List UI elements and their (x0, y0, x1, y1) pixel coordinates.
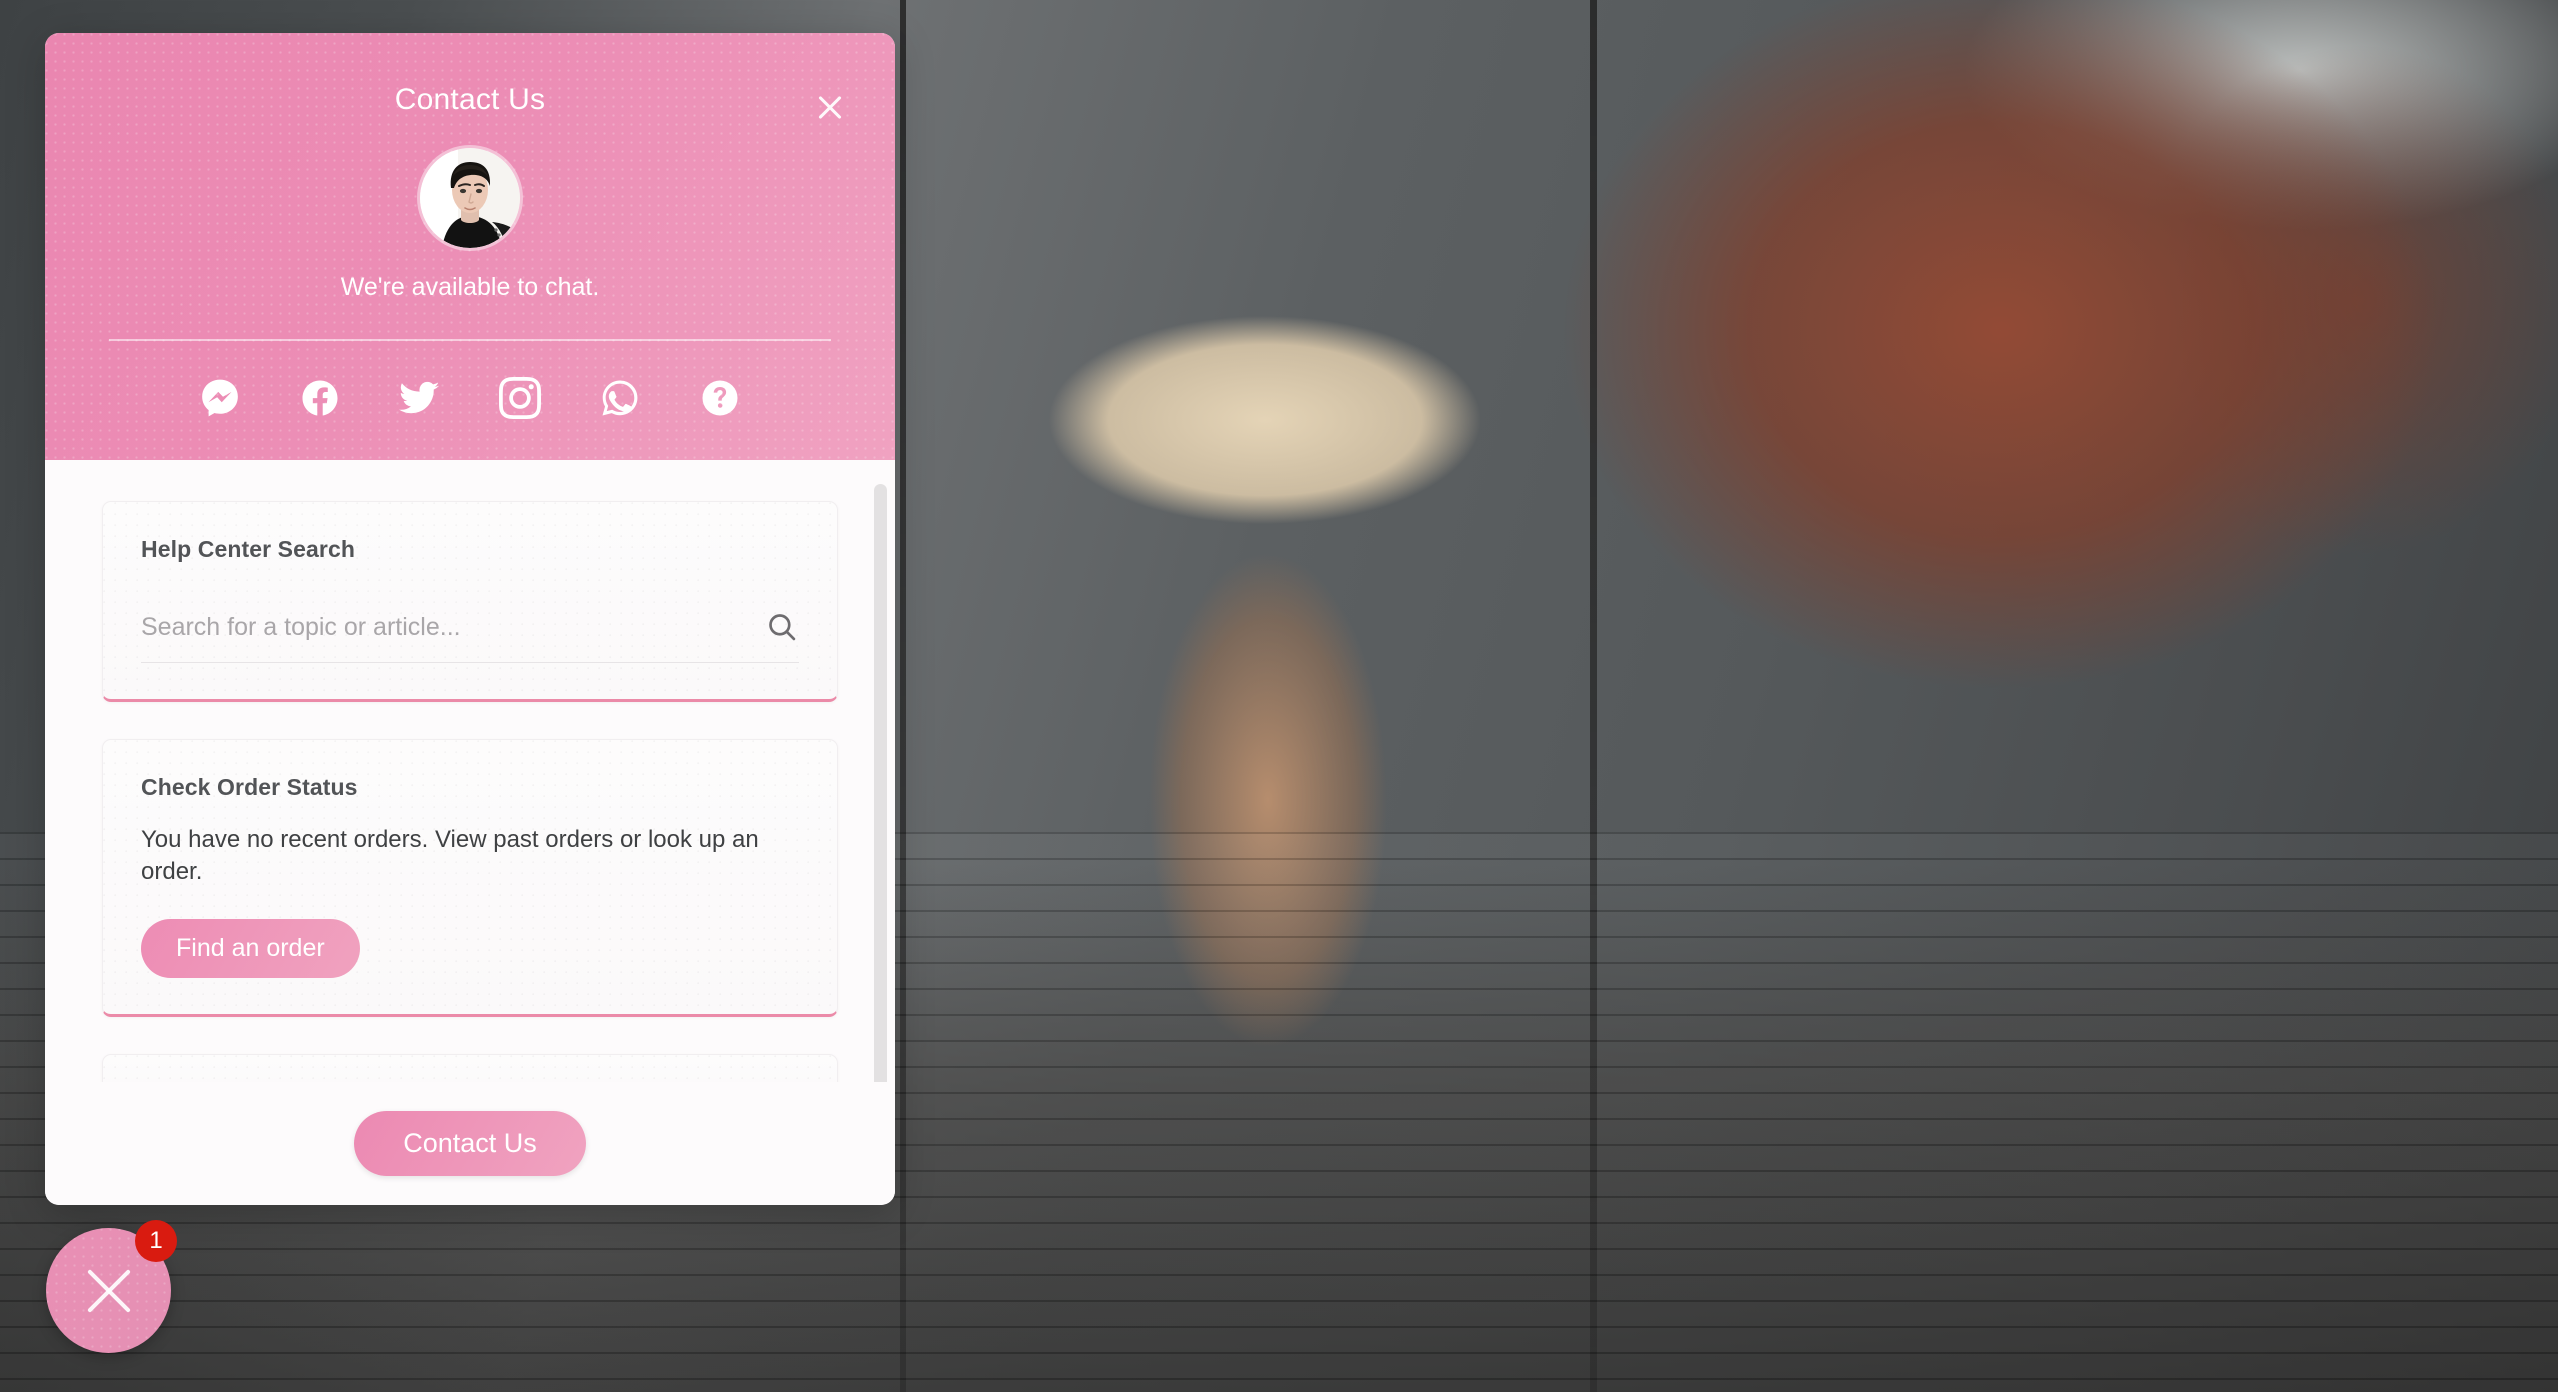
widget-header: Contact Us We're available to chat. (45, 33, 895, 460)
chat-widget-panel: Contact Us We're available to chat. Help… (45, 33, 895, 1205)
social-links-row (45, 377, 895, 419)
header-divider (109, 339, 831, 341)
twitter-icon[interactable] (399, 377, 441, 419)
scrollbar-track[interactable] (873, 460, 887, 1082)
check-order-status-card: Check Order Status You have no recent or… (102, 739, 838, 1018)
chat-launcher-button[interactable]: 1 (46, 1220, 177, 1353)
help-center-search-card: Help Center Search (102, 501, 838, 702)
unread-badge: 1 (135, 1220, 177, 1262)
widget-body: Help Center Search Check Order Status Yo… (45, 460, 895, 1082)
panel-title: Contact Us (394, 83, 546, 116)
avatar-image (420, 148, 520, 248)
scrollbar-thumb[interactable] (874, 484, 887, 1082)
messenger-icon[interactable] (199, 377, 241, 419)
close-icon[interactable] (812, 90, 848, 126)
availability-text: We're available to chat. (340, 273, 600, 301)
avatar (420, 148, 520, 248)
card-title-check-order-status: Check Order Status (141, 774, 358, 800)
contact-us-button[interactable]: Contact Us (354, 1111, 586, 1176)
search-field[interactable] (141, 610, 799, 663)
card-title-help-center-search: Help Center Search (141, 536, 355, 562)
search-icon[interactable] (765, 610, 799, 644)
search-input[interactable] (141, 612, 765, 642)
widget-footer: Contact Us (45, 1082, 895, 1205)
instagram-icon[interactable] (499, 377, 541, 419)
facebook-icon[interactable] (299, 377, 341, 419)
find-an-order-button[interactable]: Find an order (141, 919, 360, 979)
whatsapp-icon[interactable] (599, 377, 641, 419)
help-icon[interactable] (699, 377, 741, 419)
order-status-message: You have no recent orders. View past ord… (141, 826, 759, 885)
next-card-partial[interactable] (102, 1054, 838, 1082)
